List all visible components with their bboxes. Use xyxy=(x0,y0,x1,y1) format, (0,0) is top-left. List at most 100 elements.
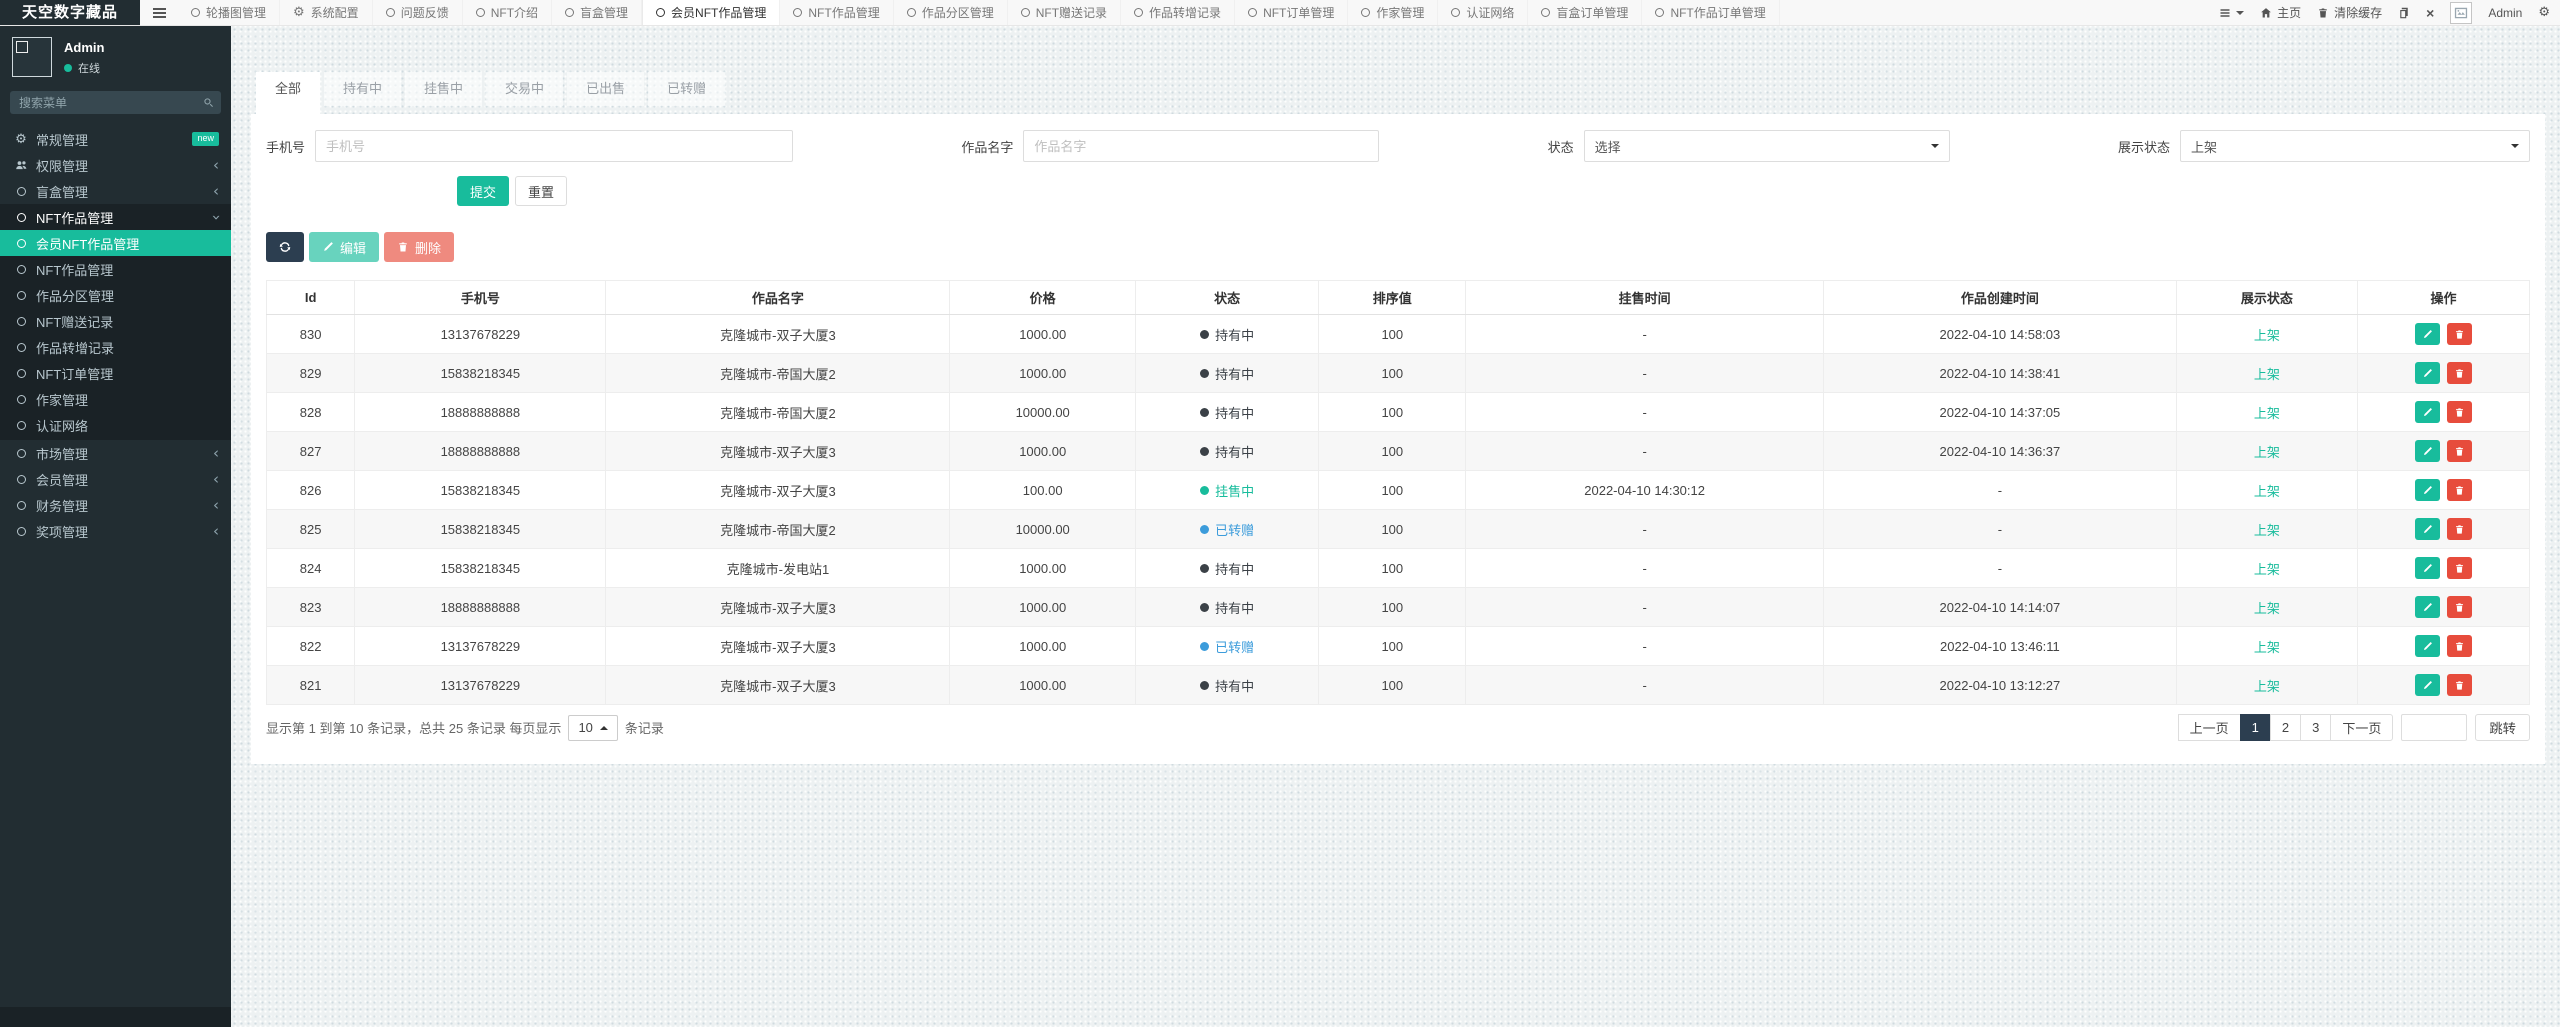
row-delete-button[interactable] xyxy=(2447,596,2472,618)
window-list-menu[interactable] xyxy=(2219,7,2244,19)
row-delete-button[interactable] xyxy=(2447,479,2472,501)
row-edit-button[interactable] xyxy=(2415,479,2440,501)
display-status-link[interactable]: 上架 xyxy=(2254,679,2280,694)
display-status-link[interactable]: 上架 xyxy=(2254,445,2280,460)
nav-tab[interactable]: NFT赠送记录 xyxy=(1008,0,1121,25)
row-delete-button[interactable] xyxy=(2447,401,2472,423)
page-jump-button[interactable]: 跳转 xyxy=(2475,714,2530,741)
edit-button[interactable]: 编辑 xyxy=(309,232,379,262)
page-button[interactable]: 2 xyxy=(2270,714,2301,741)
display-status-link[interactable]: 上架 xyxy=(2254,484,2280,499)
row-delete-button[interactable] xyxy=(2447,440,2472,462)
row-edit-button[interactable] xyxy=(2415,635,2440,657)
search-icon[interactable] xyxy=(195,91,221,114)
nav-tab[interactable]: NFT订单管理 xyxy=(1235,0,1348,25)
sidebar-submenu-item[interactable]: NFT作品管理 xyxy=(0,256,231,282)
page-button[interactable]: 1 xyxy=(2240,714,2271,741)
row-edit-button[interactable] xyxy=(2415,596,2440,618)
sidebar-submenu-item[interactable]: 作品转增记录 xyxy=(0,334,231,360)
display-status-link[interactable]: 上架 xyxy=(2254,523,2280,538)
settings-gear-icon[interactable]: ⚙ xyxy=(2538,6,2550,19)
filter-tab[interactable]: 挂售中 xyxy=(405,72,482,106)
sidebar-submenu-item[interactable]: 会员NFT作品管理 xyxy=(0,230,231,256)
nav-tab[interactable]: NFT作品订单管理 xyxy=(1642,0,1779,25)
status-badge: 已转赠 xyxy=(1200,637,1254,656)
nav-tab[interactable]: NFT介绍 xyxy=(463,0,552,25)
delete-button[interactable]: 删除 xyxy=(384,232,454,262)
sidebar-menu-item[interactable]: 盲盒管理 ‹ xyxy=(0,178,231,204)
cell-actions xyxy=(2357,588,2529,627)
sidebar-submenu-item[interactable]: NFT赠送记录 xyxy=(0,308,231,334)
user-avatar[interactable] xyxy=(2450,2,2472,24)
row-edit-button[interactable] xyxy=(2415,557,2440,579)
row-edit-button[interactable] xyxy=(2415,674,2440,696)
page-size-dropdown[interactable]: 10 xyxy=(568,715,617,741)
display-status-link[interactable]: 上架 xyxy=(2254,601,2280,616)
nav-tab[interactable]: 认证网络 xyxy=(1438,0,1528,25)
row-delete-button[interactable] xyxy=(2447,557,2472,579)
display-status-link[interactable]: 上架 xyxy=(2254,367,2280,382)
sidebar-menu-item[interactable]: 奖项管理 ‹ xyxy=(0,518,231,544)
menu-search-input[interactable] xyxy=(10,96,195,110)
page-jump-input[interactable] xyxy=(2401,714,2467,741)
display-status-link[interactable]: 上架 xyxy=(2254,328,2280,343)
display-status-select[interactable]: 上架 xyxy=(2180,130,2530,162)
nav-tab[interactable]: ⚙ 系统配置 xyxy=(280,0,373,25)
nav-tab[interactable]: 作品分区管理 xyxy=(894,0,1008,25)
work-name-input[interactable] xyxy=(1023,130,1379,162)
filter-tab[interactable]: 交易中 xyxy=(486,72,563,106)
filter-tab[interactable]: 已出售 xyxy=(567,72,644,106)
status-select[interactable]: 选择 xyxy=(1584,130,1950,162)
phone-input[interactable] xyxy=(315,130,793,162)
page-button[interactable]: 上一页 xyxy=(2178,714,2241,741)
row-edit-button[interactable] xyxy=(2415,323,2440,345)
sidebar-menu-item[interactable]: ⚙ 常规管理 new xyxy=(0,126,231,152)
table-row: 828 18888888888 克隆城市-帝国大厦2 10000.00 持有中 … xyxy=(267,393,2530,432)
sidebar-menu-item[interactable]: 会员管理 ‹ xyxy=(0,466,231,492)
nav-tab[interactable]: 会员NFT作品管理 xyxy=(642,0,780,25)
fullscreen-toggle[interactable]: × xyxy=(2426,5,2434,21)
sidebar-menu-item[interactable]: 市场管理 ‹ xyxy=(0,440,231,466)
nav-tab[interactable]: 轮播图管理 xyxy=(178,0,280,25)
sidebar-menu-item-nft-works[interactable]: NFT作品管理 ‹ xyxy=(0,204,231,230)
nav-tab[interactable]: 作品转增记录 xyxy=(1121,0,1235,25)
sidebar-menu-item[interactable]: 权限管理 ‹ xyxy=(0,152,231,178)
row-delete-button[interactable] xyxy=(2447,674,2472,696)
page-button[interactable]: 下一页 xyxy=(2330,714,2393,741)
row-edit-button[interactable] xyxy=(2415,362,2440,384)
submit-button[interactable]: 提交 xyxy=(457,176,509,206)
home-button[interactable]: 主页 xyxy=(2260,4,2301,21)
page-button[interactable]: 3 xyxy=(2300,714,2331,741)
reset-button[interactable]: 重置 xyxy=(515,176,567,206)
clear-cache-button[interactable]: 清除缓存 xyxy=(2317,4,2382,21)
cell-phone: 18888888888 xyxy=(355,588,606,627)
circle-icon xyxy=(17,187,26,196)
row-edit-button[interactable] xyxy=(2415,401,2440,423)
sidebar-submenu-item[interactable]: 认证网络 xyxy=(0,412,231,438)
hamburger-menu-icon[interactable] xyxy=(140,0,178,25)
sidebar-submenu-item[interactable]: NFT订单管理 xyxy=(0,360,231,386)
display-status-link[interactable]: 上架 xyxy=(2254,406,2280,421)
nav-tab[interactable]: 问题反馈 xyxy=(373,0,463,25)
nav-tab[interactable]: NFT作品管理 xyxy=(780,0,893,25)
row-delete-button[interactable] xyxy=(2447,518,2472,540)
pages-button[interactable] xyxy=(2398,7,2410,19)
row-delete-button[interactable] xyxy=(2447,323,2472,345)
username[interactable]: Admin xyxy=(2488,6,2522,20)
row-delete-button[interactable] xyxy=(2447,635,2472,657)
sidebar-submenu-item[interactable]: 作品分区管理 xyxy=(0,282,231,308)
filter-tab[interactable]: 已转赠 xyxy=(648,72,725,106)
filter-tab[interactable]: 持有中 xyxy=(324,72,401,106)
nav-tab[interactable]: 盲盒订单管理 xyxy=(1528,0,1642,25)
row-edit-button[interactable] xyxy=(2415,440,2440,462)
nav-tab[interactable]: 盲盒管理 xyxy=(552,0,642,25)
filter-tab[interactable]: 全部 xyxy=(256,72,320,114)
sidebar-menu-item[interactable]: 财务管理 ‹ xyxy=(0,492,231,518)
sidebar-submenu-item[interactable]: 作家管理 xyxy=(0,386,231,412)
nav-tab[interactable]: 作家管理 xyxy=(1348,0,1438,25)
display-status-link[interactable]: 上架 xyxy=(2254,562,2280,577)
refresh-button[interactable] xyxy=(266,232,304,262)
row-delete-button[interactable] xyxy=(2447,362,2472,384)
display-status-link[interactable]: 上架 xyxy=(2254,640,2280,655)
row-edit-button[interactable] xyxy=(2415,518,2440,540)
